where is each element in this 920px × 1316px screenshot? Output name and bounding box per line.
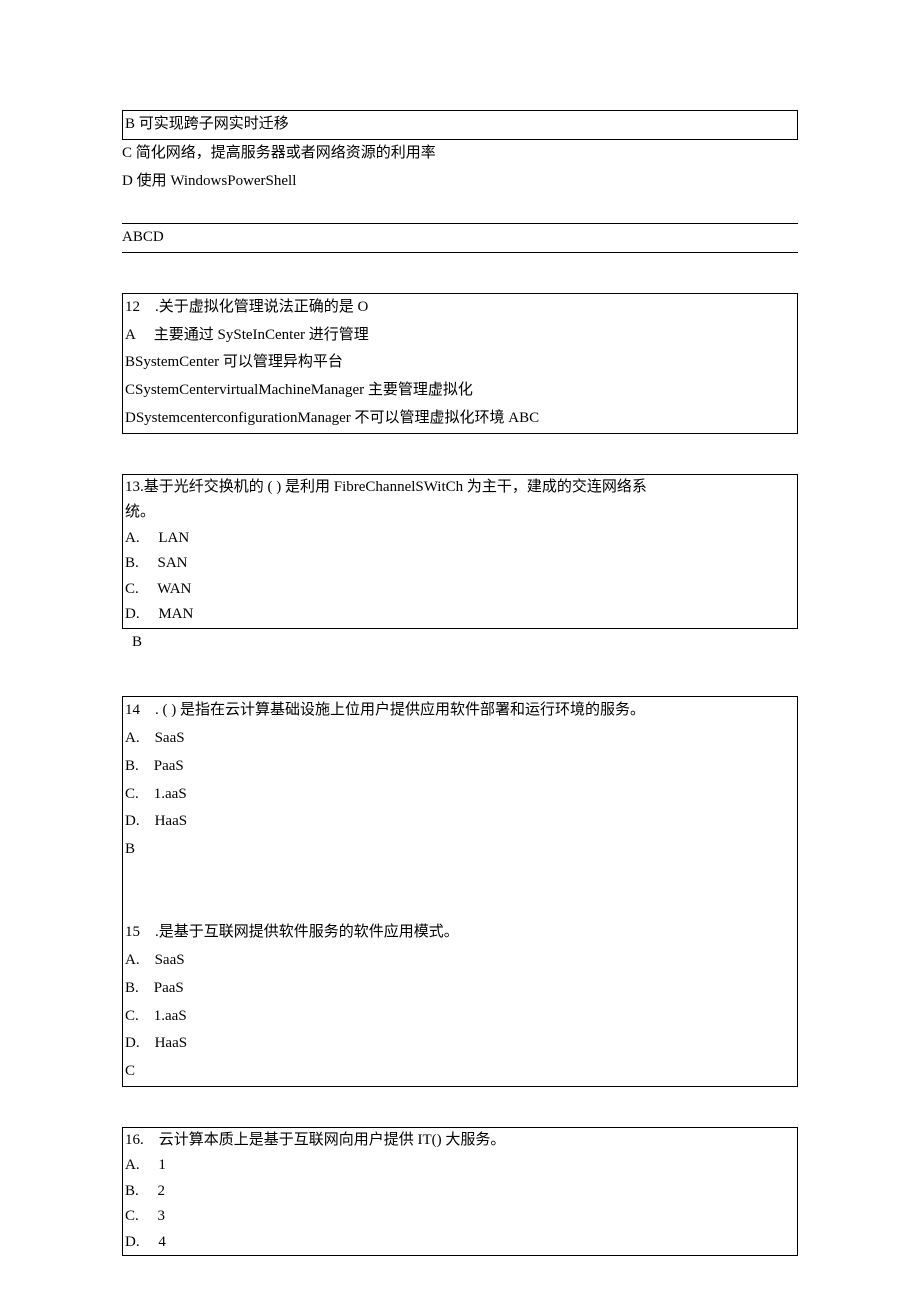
q13-option-c: C. WAN: [125, 577, 795, 603]
q14-option-c: C. 1.aaS: [125, 781, 795, 809]
q13-option-b: B. SAN: [125, 551, 795, 577]
q15-option-d: D. HaaS: [125, 1030, 795, 1058]
q14-option-d: D. HaaS: [125, 808, 795, 836]
q15-option-b: B. PaaS: [125, 975, 795, 1003]
q15-answer: C: [125, 1058, 795, 1086]
q13-stem-line1: 13.基于光纤交换机的 ( ) 是利用 FibreChannelSWitCh 为…: [125, 475, 795, 501]
q11-option-b-box: B 可实现跨子网实时迁移: [122, 110, 798, 140]
q13-stem-line2: 统。: [125, 500, 795, 526]
q13-option-d: D. MAN: [125, 602, 795, 628]
q14-option-b: B. PaaS: [125, 753, 795, 781]
q11-option-c: C 简化网络，提高服务器或者网络资源的利用率: [122, 140, 798, 168]
q16-option-c: C. 3: [125, 1204, 795, 1230]
q13-answer: B: [122, 629, 798, 657]
q13-box: 13.基于光纤交换机的 ( ) 是利用 FibreChannelSWitCh 为…: [122, 474, 798, 629]
q16-option-b: B. 2: [125, 1179, 795, 1205]
q12-option-a: A 主要通过 SySteInCenter 进行管理: [125, 322, 795, 350]
q12-option-d-answer: DSystemcenterconfigurationManager 不可以管理虚…: [125, 405, 795, 433]
q14-answer: B: [125, 836, 795, 864]
q16-option-a: A. 1: [125, 1153, 795, 1179]
q15-stem: 15 .是基于互联网提供软件服务的软件应用模式。: [125, 919, 795, 947]
q14-q15-box: 14 . ( ) 是指在云计算基础设施上位用户提供应用软件部署和运行环境的服务。…: [122, 696, 798, 1087]
q12-option-b: BSystemCenter 可以管理异构平台: [125, 349, 795, 377]
q15-option-c: C. 1.aaS: [125, 1003, 795, 1031]
q15-option-a: A. SaaS: [125, 947, 795, 975]
q12-stem: 12 .关于虚拟化管理说法正确的是 O: [125, 294, 795, 322]
q14-option-a: A. SaaS: [125, 725, 795, 753]
q12-option-c: CSystemCentervirtualMachineManager 主要管理虚…: [125, 377, 795, 405]
q16-option-d: D. 4: [125, 1230, 795, 1256]
q11-answer-row: ABCD: [122, 224, 798, 253]
q11-option-d: D 使用 WindowsPowerShell: [122, 168, 798, 196]
q12-box: 12 .关于虚拟化管理说法正确的是 O A 主要通过 SySteInCenter…: [122, 293, 798, 434]
q13-option-a: A. LAN: [125, 526, 795, 552]
q16-box: 16. 云计算本质上是基于互联网向用户提供 IT() 大服务。 A. 1 B. …: [122, 1127, 798, 1257]
q14-stem: 14 . ( ) 是指在云计算基础设施上位用户提供应用软件部署和运行环境的服务。: [125, 697, 795, 725]
q11-answer: ABCD: [122, 224, 798, 253]
q11-option-b: B 可实现跨子网实时迁移: [125, 111, 795, 139]
q16-stem: 16. 云计算本质上是基于互联网向用户提供 IT() 大服务。: [125, 1128, 795, 1154]
q11-blank-line: [122, 195, 798, 224]
